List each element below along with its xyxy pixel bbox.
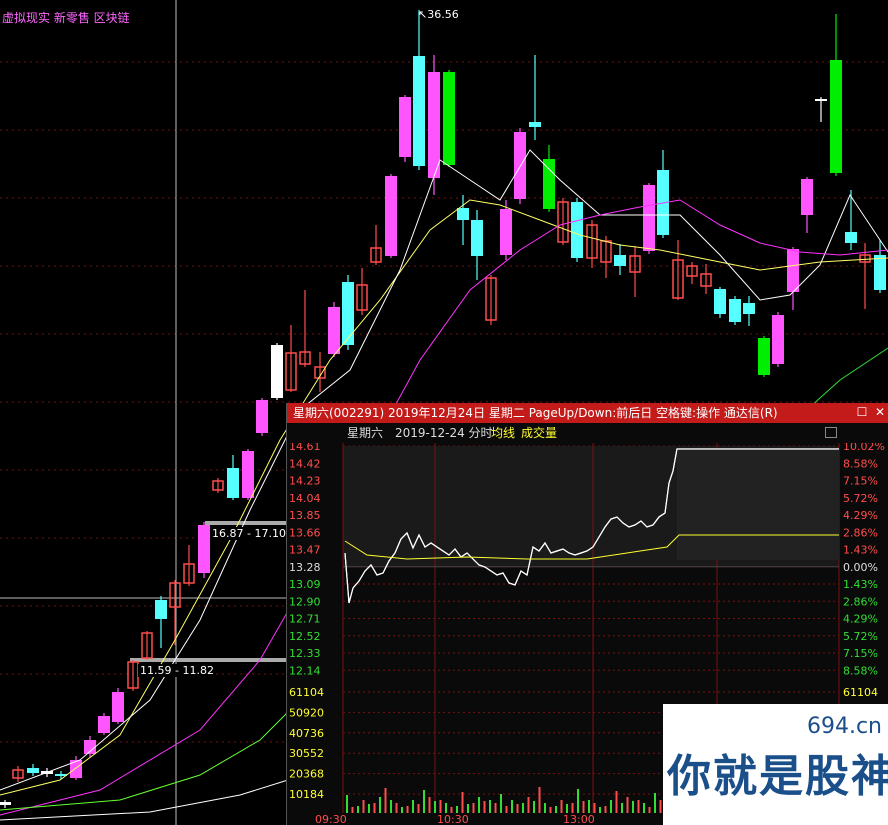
candle-body [571,202,583,258]
candle-body [271,345,283,398]
volume-tick: 61104 [289,686,324,699]
price-tick: 12.90 [289,595,321,608]
candle-body [471,220,483,256]
ma-green [0,699,301,811]
volume-tick: 50920 [289,706,324,719]
price-tick: 13.47 [289,544,321,557]
gap-range-label: 16.87 - 17.10 [210,527,288,540]
candle-body [758,338,770,375]
candle-body [242,451,254,498]
price-tick: 14.04 [289,492,321,505]
price-tick: 14.61 [289,443,321,453]
pct-tick: 4.29% [843,613,878,626]
candle-body [155,600,167,619]
volume-legend: 成交量 [521,426,558,440]
pct-tick: 0.00% [843,561,878,574]
candle-body [543,159,555,209]
ma-white2 [0,779,289,821]
candle-body [342,282,354,345]
candle-body [328,307,340,354]
pct-tick: 4.29% [843,509,878,522]
popup-title: 星期六(002291) 2019年12月24日 星期二 PageUp/Down:… [293,406,778,420]
pct-tick: 8.58% [843,457,878,470]
volume-tick: 20368 [289,768,324,781]
candle-body [443,72,455,165]
price-tick: 14.23 [289,475,321,488]
pct-tick: 7.15% [843,475,878,488]
candle-body [845,232,857,243]
pct-tick: 1.43% [843,544,878,557]
watermark-text: 你就是股神 [667,751,888,802]
pct-tick: 1.43% [843,578,878,591]
time-tick: 09:30 [315,813,347,825]
candle-body [198,525,210,573]
price-tick: 12.71 [289,613,321,626]
candle-body [98,716,110,733]
candle-body [500,209,512,255]
candle-body [385,176,397,256]
candle-body [743,303,755,314]
price-fill [677,449,839,560]
price-tick: 12.52 [289,630,321,643]
volume-tick: 30552 [289,747,324,760]
volume-tick-right: 61104 [843,686,878,699]
time-tick: 10:30 [437,813,469,825]
candle-body [614,255,626,266]
candle-body [413,56,425,166]
candle-body [643,185,655,251]
high-price-label: ↖36.56 [418,8,459,21]
price-tick: 12.14 [289,664,321,677]
pct-tick: 10.02% [843,443,885,453]
price-tick: 13.66 [289,526,321,539]
price-tick: 14.42 [289,457,321,470]
gap-bar [130,658,290,662]
close-icon[interactable]: ✕ [873,405,887,419]
popup-titlebar[interactable]: 星期六(002291) 2019年12月24日 星期二 PageUp/Down:… [287,403,888,423]
candle-body [714,289,726,314]
price-tick: 12.33 [289,647,321,660]
candle-body [227,468,239,498]
candle-body [729,299,741,322]
intraday-date: 2019-12-24 分时 [395,426,493,440]
candle-body [801,179,813,215]
candle-body [112,692,124,722]
pct-tick: 2.86% [843,595,878,608]
candle-body [874,255,886,290]
price-tick: 13.28 [289,561,321,574]
price-tick: 13.85 [289,509,321,522]
gap-range-label: 11.59 - 11.82 [138,664,216,677]
watermark-site: 694.cn [806,714,882,739]
watermark-logo: 694.cn 你就是股神 [663,704,888,825]
gap-bar [205,521,290,525]
price-tick: 13.09 [289,578,321,591]
pct-tick: 7.15% [843,647,878,660]
candle-body [256,400,268,433]
concept-tags: 虚拟现实 新零售 区块链 [2,11,130,25]
candle-body [457,208,469,220]
pct-tick: 5.72% [843,630,878,643]
pct-tick: 5.72% [843,492,878,505]
candle-body [815,99,827,101]
avg-line-legend: 均线 [491,426,516,440]
candle-body [529,122,541,127]
volume-tick: 40736 [289,727,324,740]
intraday-header: 星期六 2019-12-24 分时 均线 成交量 [287,423,888,443]
candle-body [399,97,411,157]
candle-body [830,60,842,173]
maximize-icon[interactable]: ☐ [855,405,869,419]
time-tick: 13:00 [563,813,595,825]
pct-tick: 8.58% [843,664,878,677]
candle-body [0,802,11,805]
panel-toggle-icon[interactable] [825,427,837,438]
candle-body [27,768,39,773]
candle-body [514,132,526,199]
candle-body [428,72,440,178]
candle-body [787,249,799,292]
volume-tick: 10184 [289,788,324,801]
pct-tick: 2.86% [843,526,878,539]
candle-body [772,315,784,364]
stock-name: 星期六 [347,426,384,440]
